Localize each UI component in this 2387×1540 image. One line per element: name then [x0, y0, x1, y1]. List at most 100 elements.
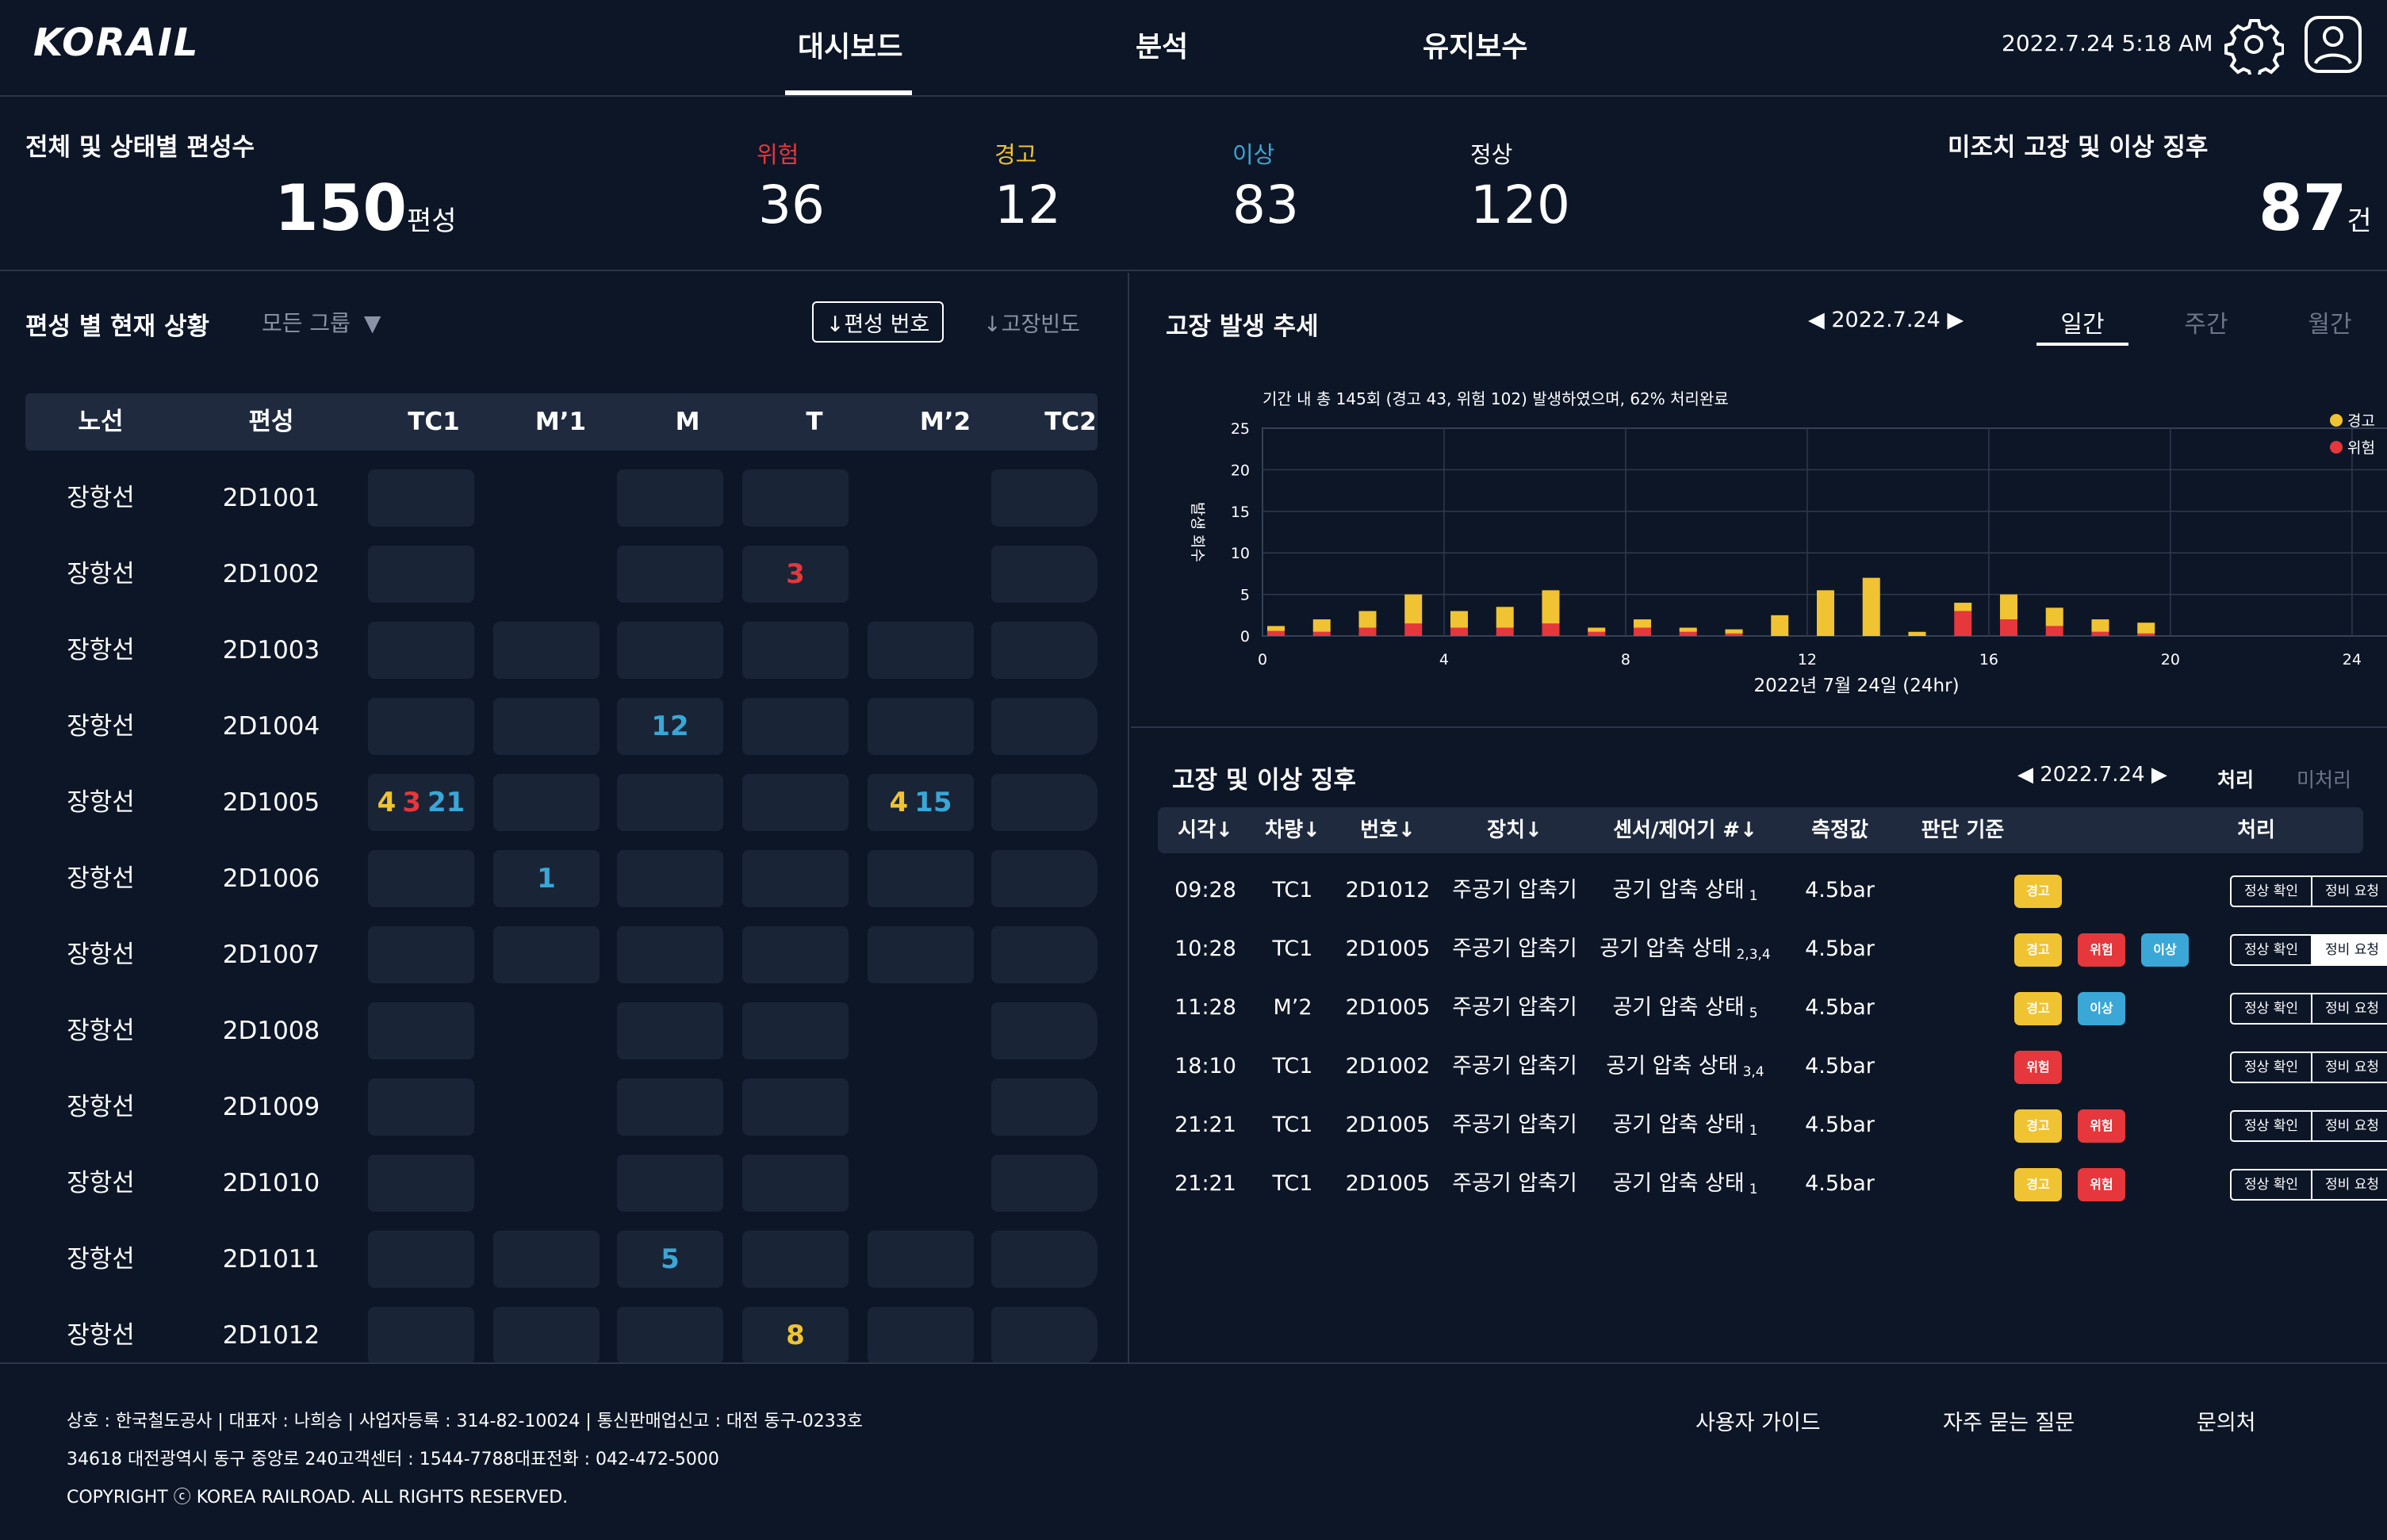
car-cell[interactable]	[868, 850, 974, 907]
col-number[interactable]: 번호↓	[1332, 807, 1443, 853]
gear-icon[interactable]	[2224, 14, 2284, 75]
footer-user-guide-link[interactable]: 사용자 가이드	[1695, 1405, 1821, 1436]
filter-unprocessed[interactable]: 미처리	[2297, 764, 2351, 793]
car-cell[interactable]	[991, 1002, 1098, 1059]
car-cell[interactable]: 1	[493, 850, 600, 907]
request-maintenance-button[interactable]: 정비 요청	[2311, 1170, 2387, 1199]
car-cell[interactable]	[742, 1078, 849, 1136]
request-maintenance-button[interactable]: 정비 요청	[2311, 1053, 2387, 1082]
confirm-normal-button[interactable]: 정상 확인	[2232, 1170, 2311, 1199]
car-cell[interactable]	[617, 850, 723, 907]
car-cell[interactable]	[991, 469, 1098, 527]
footer-faq-link[interactable]: 자주 묻는 질문	[1943, 1405, 2075, 1436]
car-cell[interactable]: 4 15	[868, 774, 974, 831]
car-cell[interactable]	[617, 1078, 723, 1136]
car-cell[interactable]	[368, 546, 474, 603]
car-cell[interactable]	[617, 1307, 723, 1364]
car-cell[interactable]	[742, 698, 849, 755]
car-cell[interactable]	[868, 622, 974, 679]
set-row[interactable]: 장항선 2D1002 3	[25, 544, 1104, 620]
car-cell[interactable]	[617, 469, 723, 527]
car-cell[interactable]	[991, 1155, 1098, 1212]
issue-row[interactable]: 18:10 TC1 2D1002 주공기 압축기 공기 압축 상태 3,4 4.5bar 위험…	[1158, 1037, 2387, 1096]
car-cell[interactable]	[868, 698, 974, 755]
car-cell[interactable]	[742, 469, 849, 527]
issue-row[interactable]: 21:21 TC1 2D1005 주공기 압축기 공기 압축 상태 1 4.5bar 경고 위험…	[1158, 1155, 2387, 1213]
car-cell[interactable]: 4 3 21	[368, 774, 474, 831]
issue-row[interactable]: 11:28 M’2 2D1005 주공기 압축기 공기 압축 상태 5 4.5bar 경고 이상…	[1158, 979, 2387, 1037]
car-cell[interactable]	[742, 1002, 849, 1059]
group-filter-dropdown[interactable]: 모든 그룹 ▼	[262, 306, 381, 338]
car-cell[interactable]	[742, 1231, 849, 1288]
car-cell[interactable]	[868, 1231, 974, 1288]
car-cell[interactable]	[742, 926, 849, 983]
car-cell[interactable]	[368, 1307, 474, 1364]
car-cell[interactable]	[368, 622, 474, 679]
confirm-normal-button[interactable]: 정상 확인	[2232, 1053, 2311, 1082]
car-cell[interactable]	[991, 1078, 1098, 1136]
car-cell[interactable]	[617, 546, 723, 603]
car-cell[interactable]	[493, 1231, 600, 1288]
col-car[interactable]: 차량↓	[1253, 807, 1332, 853]
car-cell[interactable]	[617, 622, 723, 679]
car-cell[interactable]	[991, 774, 1098, 831]
prev-date-icon[interactable]: ◀	[2017, 763, 2033, 787]
footer-contact-link[interactable]: 문의처	[2197, 1405, 2256, 1436]
nav-analysis[interactable]: 분석	[1136, 24, 1188, 65]
car-cell[interactable]	[368, 698, 474, 755]
next-date-icon[interactable]: ▶	[2151, 763, 2167, 787]
car-cell[interactable]	[617, 926, 723, 983]
confirm-normal-button[interactable]: 정상 확인	[2232, 936, 2311, 964]
nav-dashboard[interactable]: 대시보드	[798, 24, 902, 65]
car-cell[interactable]	[493, 622, 600, 679]
request-maintenance-button[interactable]: 정비 요청	[2311, 877, 2387, 906]
korail-logo[interactable]: KORAIL	[33, 21, 199, 65]
car-cell[interactable]	[742, 1155, 849, 1212]
car-cell[interactable]	[368, 1002, 474, 1059]
car-cell[interactable]	[991, 622, 1098, 679]
request-maintenance-button[interactable]: 정비 요청	[2311, 994, 2387, 1023]
car-cell[interactable]	[868, 926, 974, 983]
col-time[interactable]: 시각↓	[1158, 807, 1253, 853]
car-cell[interactable]	[368, 1231, 474, 1288]
request-maintenance-button[interactable]: 정비 요청	[2311, 936, 2387, 964]
car-cell[interactable]	[991, 1231, 1098, 1288]
user-icon[interactable]	[2303, 14, 2363, 75]
car-cell[interactable]	[742, 850, 849, 907]
confirm-normal-button[interactable]: 정상 확인	[2232, 994, 2311, 1023]
set-row[interactable]: 장항선 2D1006 1	[25, 849, 1104, 925]
col-device[interactable]: 장치↓	[1443, 807, 1586, 853]
car-cell[interactable]	[868, 1307, 974, 1364]
car-cell[interactable]	[991, 1307, 1098, 1364]
car-cell[interactable]	[991, 850, 1098, 907]
set-row[interactable]: 장항선 2D1003	[25, 620, 1104, 696]
car-cell[interactable]: 5	[617, 1231, 723, 1288]
sort-by-frequency-button[interactable]: ↓고장빈도	[967, 301, 1096, 343]
car-cell[interactable]	[368, 469, 474, 527]
sort-by-set-number-button[interactable]: ↓편성 번호	[812, 301, 944, 343]
confirm-normal-button[interactable]: 정상 확인	[2232, 877, 2311, 906]
set-row[interactable]: 장항선 2D1009	[25, 1077, 1104, 1153]
set-row[interactable]: 장항선 2D1005 4 3 21 4 15	[25, 772, 1104, 849]
issue-row[interactable]: 10:28 TC1 2D1005 주공기 압축기 공기 압축 상태 2,3,4 4.5bar…	[1158, 920, 2387, 979]
confirm-normal-button[interactable]: 정상 확인	[2232, 1112, 2311, 1140]
car-cell[interactable]	[617, 774, 723, 831]
set-row[interactable]: 장항선 2D1004 12	[25, 696, 1104, 772]
car-cell[interactable]	[493, 774, 600, 831]
car-cell[interactable]	[493, 1307, 600, 1364]
car-cell[interactable]: 8	[742, 1307, 849, 1364]
car-cell[interactable]	[991, 698, 1098, 755]
car-cell[interactable]	[617, 1155, 723, 1212]
car-cell[interactable]	[991, 546, 1098, 603]
car-cell[interactable]: 3	[742, 546, 849, 603]
car-cell[interactable]	[742, 622, 849, 679]
col-sensor[interactable]: 센서/제어기 #↓	[1586, 807, 1784, 853]
car-cell[interactable]	[493, 698, 600, 755]
car-cell[interactable]	[742, 774, 849, 831]
car-cell[interactable]	[368, 926, 474, 983]
nav-maintenance[interactable]: 유지보수	[1423, 24, 1527, 65]
car-cell[interactable]	[991, 926, 1098, 983]
issue-row[interactable]: 09:28 TC1 2D1012 주공기 압축기 공기 압축 상태 1 4.5bar 경고 정상…	[1158, 861, 2387, 920]
car-cell[interactable]	[368, 1078, 474, 1136]
set-row[interactable]: 장항선 2D1011 5	[25, 1229, 1104, 1305]
